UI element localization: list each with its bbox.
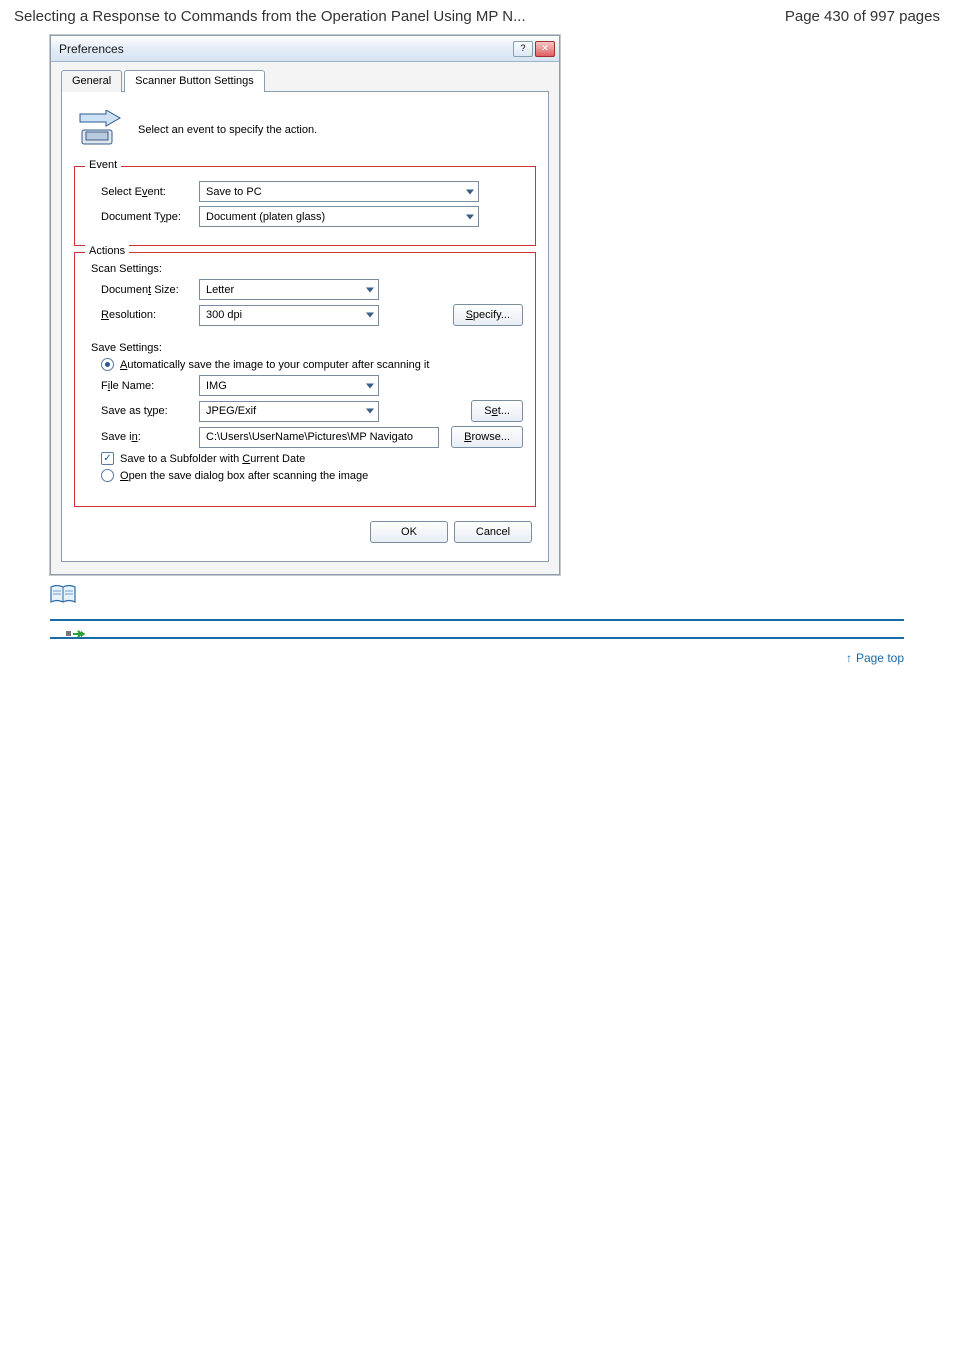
actions-legend: Actions: [85, 245, 129, 257]
tab-general[interactable]: General: [61, 70, 122, 92]
tab-scanner-button-settings[interactable]: Scanner Button Settings: [124, 70, 265, 92]
document-type-dropdown[interactable]: Document (platen glass): [199, 206, 479, 227]
page-top-link[interactable]: ↑ Page top: [0, 645, 954, 665]
page-header: Selecting a Response to Commands from th…: [0, 0, 954, 35]
save-as-type-dropdown[interactable]: JPEG/Exif: [199, 401, 379, 422]
checkbox-icon: [101, 452, 114, 465]
up-arrow-icon: ↑: [846, 651, 852, 665]
save-settings-label: Save Settings:: [91, 342, 523, 354]
radio-icon: [101, 469, 114, 482]
open-dialog-radio[interactable]: Open the save dialog box after scanning …: [101, 469, 523, 482]
divider-line: [50, 619, 904, 621]
tab-page: Select an event to specify the action. E…: [61, 91, 549, 562]
event-legend: Event: [85, 159, 121, 171]
cancel-button[interactable]: Cancel: [454, 521, 532, 543]
document-type-label: Document Type:: [87, 211, 199, 223]
document-size-dropdown[interactable]: Letter: [199, 279, 379, 300]
close-button[interactable]: ✕: [535, 41, 555, 57]
note-icon: [50, 585, 76, 605]
tab-strip: General Scanner Button Settings: [61, 70, 549, 92]
file-name-label: File Name:: [87, 380, 199, 392]
dialog-titlebar: Preferences ? ✕: [51, 36, 559, 62]
dialog-title: Preferences: [59, 42, 124, 56]
actions-group: Actions Scan Settings: Document Size: Le…: [74, 252, 536, 507]
event-group: Event Select Event: Save to PC Document …: [74, 166, 536, 246]
subfolder-checkbox[interactable]: Save to a Subfolder with Current Date: [101, 452, 523, 465]
intro-text: Select an event to specify the action.: [138, 124, 317, 136]
save-settings-section: Save Settings: Automatically save the im…: [87, 332, 523, 492]
dialog-footer: OK Cancel: [74, 507, 536, 545]
save-in-label: Save in:: [87, 431, 199, 443]
arrow-bullet-icon: [72, 629, 86, 639]
set-button[interactable]: Set...: [471, 400, 523, 422]
resolution-label: Resolution:: [87, 309, 199, 321]
bullet-list: [0, 627, 954, 631]
save-as-type-label: Save as type:: [87, 405, 199, 417]
save-in-field[interactable]: C:\Users\UserName\Pictures\MP Navigato: [199, 427, 439, 448]
page-top-label: Page top: [856, 651, 904, 665]
auto-save-radio[interactable]: Automatically save the image to your com…: [101, 358, 523, 371]
preferences-dialog: Preferences ? ✕ General Scanner Button S…: [50, 35, 560, 575]
document-size-label: Document Size:: [87, 284, 199, 296]
select-event-dropdown[interactable]: Save to PC: [199, 181, 479, 202]
doc-title: Selecting a Response to Commands from th…: [14, 8, 526, 25]
browse-button[interactable]: Browse...: [451, 426, 523, 448]
scanner-arrow-icon: [76, 108, 124, 152]
file-name-field[interactable]: IMG: [199, 375, 379, 396]
ok-button[interactable]: OK: [370, 521, 448, 543]
square-bullet-icon: [66, 631, 71, 636]
specify-button[interactable]: Specify...: [453, 304, 523, 326]
resolution-dropdown[interactable]: 300 dpi: [199, 305, 379, 326]
radio-icon: [101, 358, 114, 371]
scan-settings-label: Scan Settings:: [91, 263, 523, 275]
intro-row: Select an event to specify the action.: [74, 102, 536, 166]
select-event-label: Select Event:: [87, 186, 199, 198]
help-button[interactable]: ?: [513, 41, 533, 57]
page-number: Page 430 of 997 pages: [785, 8, 940, 25]
divider-line: [50, 637, 904, 639]
